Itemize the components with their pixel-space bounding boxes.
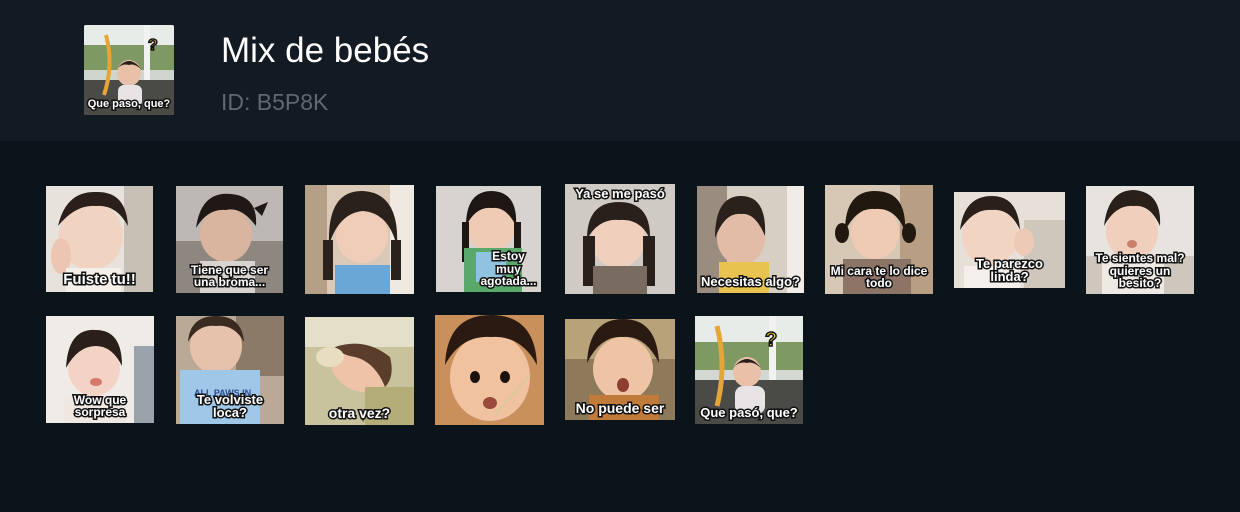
sticker-item[interactable]: Fuiste tu!! <box>46 186 153 292</box>
sticker-caption: Fuiste tu!! <box>62 271 138 289</box>
sticker-item[interactable]: Necesitas algo? <box>697 186 804 293</box>
sticker-caption: Necesitas algo? <box>700 274 802 290</box>
sticker-item[interactable]: Ya se me pasó <box>565 184 675 294</box>
sticker-caption: Mi cara te lo dice todo <box>829 263 929 291</box>
sticker-item[interactable]: ALL PAWS IN Te volviste loca? <box>176 316 284 424</box>
baby-sticker-image <box>305 185 414 294</box>
svg-text:?: ? <box>765 329 777 351</box>
sticker-caption: Te volviste loca? <box>195 391 264 421</box>
sticker-item[interactable] <box>305 185 414 294</box>
sticker-item[interactable]: Wow que sorpresa <box>46 316 154 423</box>
sticker-caption: Te sientes mal? quieres un besito? <box>1094 250 1186 291</box>
sticker-caption: otra vez? <box>327 405 391 422</box>
svg-text:?: ? <box>148 37 158 54</box>
sticker-item[interactable] <box>435 315 544 425</box>
pack-thumbnail-caption: Que paso, que? <box>86 97 172 111</box>
sticker-caption: Que pasó, que? <box>699 405 800 421</box>
pack-title: Mix de bebés <box>221 31 430 70</box>
sticker-caption: Estoy muy agotada... <box>479 248 538 289</box>
sticker-item[interactable]: Te parezco linda? <box>954 192 1065 288</box>
sticker-caption: Wow que sorpresa <box>72 392 127 420</box>
sticker-grid: Fuiste tu!! Tiene que ser una broma... E… <box>0 141 1240 512</box>
sticker-item[interactable]: Tiene que ser una broma... <box>176 186 283 293</box>
sticker-item[interactable]: No puede ser <box>565 319 675 420</box>
baby-sticker-image <box>435 315 544 425</box>
sticker-caption: Ya se me pasó <box>574 185 667 201</box>
sticker-caption: No puede ser <box>574 400 666 417</box>
pack-header: ? Que paso, que? Mix de bebés ID: B5P8K <box>0 0 1240 141</box>
pack-id: ID: B5P8K <box>221 89 329 115</box>
sticker-item[interactable]: ? Que pasó, que? <box>695 316 803 424</box>
sticker-item[interactable]: Te sientes mal? quieres un besito? <box>1086 186 1194 294</box>
sticker-item[interactable]: Mi cara te lo dice todo <box>825 185 933 294</box>
sticker-caption: Tiene que ser una broma... <box>189 262 269 290</box>
sticker-item[interactable]: Estoy muy agotada... <box>436 186 541 292</box>
sticker-item[interactable]: otra vez? <box>305 317 414 425</box>
sticker-caption: Te parezco linda? <box>975 255 1045 285</box>
pack-thumbnail[interactable]: ? Que paso, que? <box>84 25 174 115</box>
